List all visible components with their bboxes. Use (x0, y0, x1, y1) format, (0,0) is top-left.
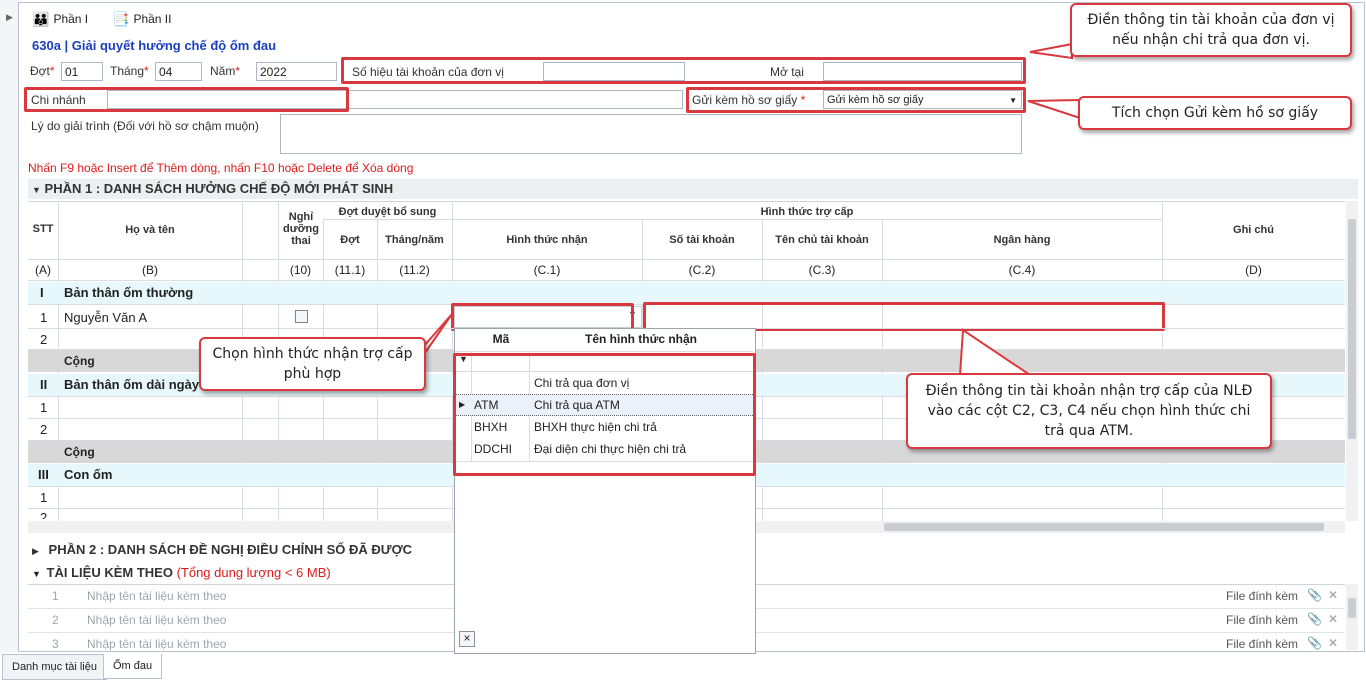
callout-atm: Điền thông tin tài khoản nhận trợ cấp củ… (906, 373, 1272, 449)
tab-om-dau[interactable]: Ốm đau (103, 654, 163, 679)
callout-paper: Tích chọn Gửi kèm hồ sơ giấy (1078, 96, 1352, 130)
pointer-c4 (958, 328, 1034, 376)
callout-method: Chọn hình thức nhận trợ cấp phù hợp (199, 337, 426, 391)
pointer-c2 (1027, 98, 1081, 120)
callout-account: Điền thông tin tài khoản của đơn vị nếu … (1070, 3, 1352, 57)
tab-danh-muc[interactable]: Danh mục tài liệu (2, 654, 107, 680)
pointer-c1 (1029, 42, 1073, 60)
